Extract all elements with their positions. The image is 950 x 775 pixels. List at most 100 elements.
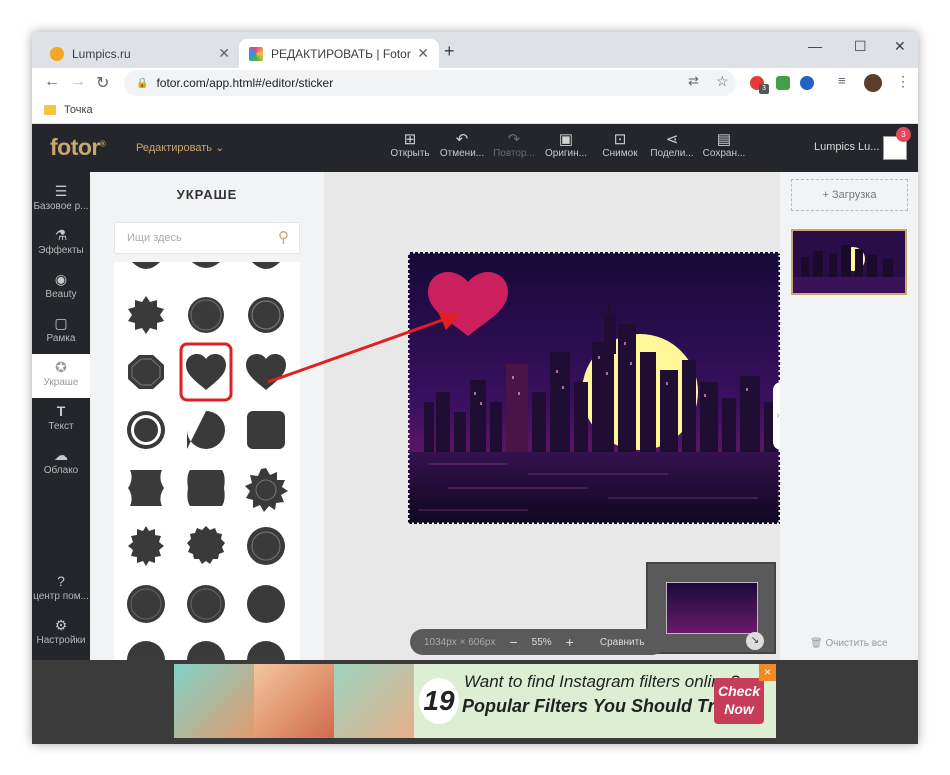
- sticker-label-frame: [128, 470, 164, 506]
- sticker-badge-star: [128, 296, 164, 334]
- sticker-square-scalloped: [247, 411, 285, 449]
- bookmarks-bar: Точка: [32, 98, 918, 124]
- search-icon[interactable]: ⚲: [278, 223, 289, 253]
- cloud-upload-icon: ☁: [54, 447, 68, 463]
- tab-title: Lumpics.ru: [72, 46, 131, 61]
- canvas-size-label: 1034px × 606px: [424, 636, 496, 648]
- extension-check-icon[interactable]: [776, 76, 790, 90]
- sticker-star-icon: ✪: [55, 359, 67, 375]
- sidebar-item-help[interactable]: ? центр пом...: [32, 568, 90, 612]
- edit-menu-label: Редактировать: [136, 142, 212, 154]
- ad-photo: [254, 664, 334, 738]
- eye-icon: ◉: [54, 271, 68, 287]
- app-header: fotor® Редактировать ⌄ ⊞ Открыть ↶ Отмени.…: [32, 124, 918, 172]
- fotor-favicon-icon: [249, 46, 263, 61]
- forward-icon[interactable]: →: [70, 73, 86, 91]
- compare-button[interactable]: Сравнить: [600, 637, 645, 648]
- tab-lumpics[interactable]: Lumpics.ru ✕: [40, 39, 240, 68]
- sticker-search-input[interactable]: Ищи здесь ⚲: [114, 222, 300, 254]
- fotor-logo[interactable]: fotor®: [50, 134, 106, 161]
- sticker-speech-drop: [187, 411, 225, 449]
- zoom-bar: 1034px × 606px − 55% + Сравнить: [410, 629, 665, 655]
- ad-banner[interactable]: 19 Want to find Instagram filters online…: [174, 664, 776, 738]
- open-button[interactable]: ⊞ Открыть: [386, 130, 434, 159]
- sidebar-item-effects[interactable]: ⚗ Эффекты: [32, 222, 90, 266]
- sticker-circle-scalloped: [187, 585, 225, 623]
- tab-fotor[interactable]: РЕДАКТИРОВАТЬ | Fotor ✕: [239, 39, 439, 68]
- redo-button[interactable]: ↷ Повтор...: [490, 130, 538, 159]
- back-icon[interactable]: ←: [44, 73, 60, 91]
- undo-button[interactable]: ↶ Отмени...: [438, 130, 486, 159]
- edit-menu[interactable]: Редактировать ⌄: [136, 141, 224, 154]
- sidebar-item-stickers[interactable]: ✪ Украше: [32, 354, 90, 398]
- sidebar-item-settings[interactable]: ⚙ Настройки: [32, 612, 90, 656]
- upload-button[interactable]: + Загрузка: [791, 179, 908, 211]
- translate-icon[interactable]: ⇄: [688, 73, 699, 89]
- sidebar-item-basic[interactable]: ☰ Базовое р...: [32, 178, 90, 222]
- sticker-circle-badge: [247, 527, 285, 565]
- snapshot-button[interactable]: ⊡ Снимок: [596, 130, 644, 159]
- sticker-partial: [192, 262, 220, 268]
- redo-icon: ↷: [507, 131, 521, 148]
- navigator-thumbnail: [666, 582, 758, 634]
- sticker-circle-plain: [127, 585, 165, 623]
- sidebar-item-beauty[interactable]: ◉ Beauty: [32, 266, 90, 310]
- original-button[interactable]: ▣ Оригин...: [542, 130, 590, 159]
- close-window-icon[interactable]: ✕: [894, 38, 906, 55]
- media-icon[interactable]: ≡: [838, 73, 846, 88]
- search-placeholder: Ищи здесь: [127, 232, 182, 244]
- panel-title: УКРАШЕ: [176, 187, 238, 202]
- sidebar-item-cloud[interactable]: ☁ Облако: [32, 442, 90, 486]
- maximize-icon[interactable]: ☐: [854, 38, 867, 55]
- zoom-out-button[interactable]: −: [509, 634, 517, 650]
- folder-icon: [44, 105, 56, 115]
- tab-strip: Lumpics.ru ✕ РЕДАКТИРОВАТЬ | Fotor ✕ + —…: [32, 32, 918, 68]
- zoom-in-button[interactable]: +: [566, 634, 574, 650]
- sticker-heart-selected: [186, 354, 226, 390]
- extension-globe-icon[interactable]: [800, 76, 814, 90]
- address-bar[interactable]: 🔒 fotor.com/app.html#/editor/sticker: [124, 70, 736, 96]
- bookmark-star-icon[interactable]: ☆: [716, 73, 729, 90]
- user-name[interactable]: Lumpics Lu...: [814, 141, 879, 153]
- new-tab-icon[interactable]: +: [444, 41, 455, 62]
- chevron-down-icon: ⌄: [215, 142, 225, 154]
- tab-title: РЕДАКТИРОВАТЬ | Fotor: [271, 46, 411, 61]
- browser-toolbar: ← → ↻ 🔒 fotor.com/app.html#/editor/stick…: [32, 68, 918, 98]
- extension-badge: 3: [759, 84, 769, 94]
- lock-icon: 🔒: [136, 77, 149, 89]
- sticker-partial: [132, 262, 160, 269]
- image-add-icon: ⊞: [403, 131, 417, 148]
- sliders-icon: ☰: [54, 183, 68, 199]
- image-thumbnail[interactable]: [791, 229, 907, 295]
- close-tab-icon[interactable]: ✕: [218, 45, 230, 62]
- sticker-octagon: [128, 355, 164, 389]
- sticker-seal: [128, 526, 164, 566]
- expand-arrow-icon[interactable]: ↘: [746, 632, 764, 650]
- profile-avatar[interactable]: [864, 74, 882, 92]
- bookmark-item[interactable]: Точка: [44, 104, 93, 116]
- ad-cta-button[interactable]: Check Now: [714, 678, 764, 724]
- share-icon: ⋖: [665, 131, 679, 148]
- share-button[interactable]: ⋖ Подели...: [648, 130, 696, 159]
- save-button[interactable]: ▤ Сохран...: [700, 130, 748, 159]
- browser-window: Lumpics.ru ✕ РЕДАКТИРОВАТЬ | Fotor ✕ + —…: [32, 32, 918, 744]
- close-tab-icon[interactable]: ✕: [417, 45, 429, 62]
- left-sidebar: ☰ Базовое р... ⚗ Эффекты ◉ Beauty ▢ Рамка ✪ У…: [32, 172, 90, 660]
- sidebar-item-text[interactable]: T Текст: [32, 398, 90, 442]
- plus-icon: +: [822, 189, 829, 201]
- clear-all-button[interactable]: 🗑 Очистить все: [810, 638, 888, 649]
- help-icon: ?: [57, 573, 65, 589]
- notification-badge: 3: [896, 127, 911, 142]
- menu-dots-icon[interactable]: ⋮: [896, 73, 910, 90]
- sticker-ticket-frame: [187, 470, 225, 506]
- frame-icon: ▢: [54, 315, 68, 331]
- sidebar-item-frame[interactable]: ▢ Рамка: [32, 310, 90, 354]
- reload-icon[interactable]: ↻: [96, 73, 109, 93]
- ad-close-icon[interactable]: ×: [759, 664, 776, 681]
- flask-icon: ⚗: [54, 227, 68, 243]
- minimize-icon[interactable]: —: [808, 38, 822, 54]
- save-icon: ▤: [716, 131, 732, 148]
- sticker-sunburst: [245, 468, 288, 512]
- ad-photo: [334, 664, 414, 738]
- editor-canvas[interactable]: › 1034px × 606px − 55% + Сравнить ↘: [267, 172, 783, 660]
